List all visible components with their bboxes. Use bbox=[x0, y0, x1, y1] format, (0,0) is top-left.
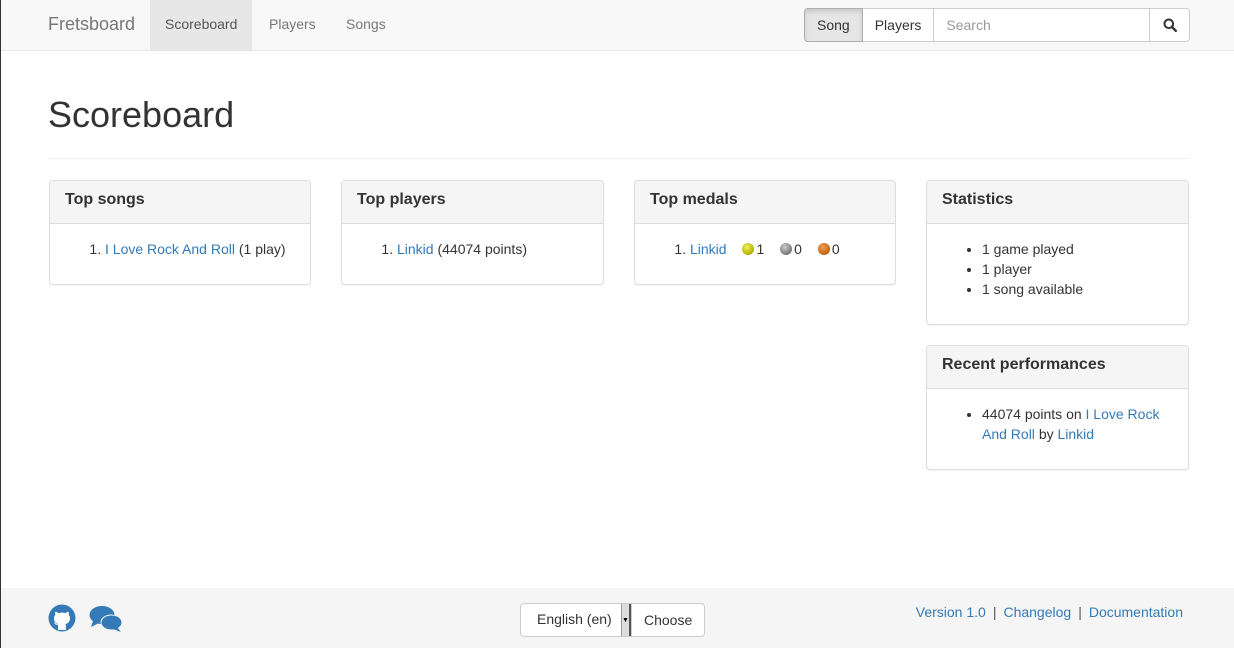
stat-item: 1 game played bbox=[982, 239, 1173, 259]
list-item: Linkid (44074 points) bbox=[397, 239, 588, 259]
panel-title: Top players bbox=[342, 181, 603, 224]
gold-count: 1 bbox=[756, 241, 765, 257]
player-link[interactable]: Linkid bbox=[1058, 426, 1095, 442]
search-input[interactable] bbox=[934, 8, 1151, 42]
search-mode-players-button[interactable]: Players bbox=[862, 8, 935, 42]
silver-medal-icon bbox=[780, 243, 793, 255]
github-icon bbox=[48, 604, 76, 632]
separator: | bbox=[992, 604, 997, 620]
silver-count: 0 bbox=[794, 241, 802, 257]
top-medals-panel: Top medals Linkid 1 0 0 bbox=[634, 180, 896, 285]
separator: | bbox=[1078, 604, 1082, 620]
footer: English (en) ▼ Choose Version 1.0 | Change… bbox=[1, 588, 1234, 648]
changelog-link[interactable]: Changelog bbox=[1003, 604, 1071, 620]
performance-points: 44074 points on bbox=[982, 406, 1082, 422]
navbar: Fretsboard Scoreboard Players Songs Song… bbox=[1, 0, 1234, 51]
nav-item-players[interactable]: Players bbox=[254, 0, 331, 50]
panel-title: Statistics bbox=[927, 181, 1188, 224]
language-select[interactable]: English (en) ▼ bbox=[520, 603, 632, 637]
player-points: (44074 points) bbox=[437, 241, 527, 257]
choose-language-button[interactable]: Choose bbox=[632, 603, 706, 637]
top-players-panel: Top players Linkid (44074 points) bbox=[341, 180, 604, 285]
play-count: (1 play) bbox=[238, 241, 286, 257]
panel-title: Recent performances bbox=[927, 346, 1188, 389]
language-form: English (en) ▼ Choose bbox=[520, 603, 706, 637]
by-label: by bbox=[1038, 426, 1054, 442]
panel-title: Top songs bbox=[50, 181, 310, 224]
stat-item: 1 song available bbox=[982, 279, 1173, 299]
nav-item-songs[interactable]: Songs bbox=[331, 0, 401, 50]
player-link[interactable]: Linkid bbox=[397, 241, 434, 257]
brand-link[interactable]: Fretsboard bbox=[48, 14, 135, 35]
version-link[interactable]: Version 1.0 bbox=[916, 604, 986, 620]
documentation-link[interactable]: Documentation bbox=[1089, 604, 1183, 620]
panel-title: Top medals bbox=[635, 181, 895, 224]
language-selected: English (en) bbox=[537, 611, 612, 627]
title-divider bbox=[48, 158, 1189, 159]
chat-icon bbox=[89, 606, 122, 632]
top-songs-panel: Top songs I Love Rock And Roll (1 play) bbox=[49, 180, 311, 285]
performance-item: 44074 points on I Love Rock And Roll by … bbox=[982, 404, 1173, 444]
nav-item-scoreboard[interactable]: Scoreboard bbox=[150, 0, 253, 50]
dropdown-arrow-icon: ▼ bbox=[621, 604, 631, 636]
search-button[interactable] bbox=[1150, 8, 1191, 42]
page-title: Scoreboard bbox=[48, 94, 235, 135]
player-link[interactable]: Linkid bbox=[690, 241, 727, 257]
search-icon bbox=[1163, 18, 1177, 32]
footer-links: Version 1.0 | Changelog | Documentation bbox=[916, 604, 1183, 620]
github-link[interactable] bbox=[48, 604, 76, 635]
search-mode-song-button[interactable]: Song bbox=[804, 8, 863, 42]
list-item: Linkid 1 0 0 bbox=[690, 239, 880, 259]
recent-performances-panel: Recent performances 44074 points on I Lo… bbox=[926, 345, 1189, 470]
gold-medal-icon bbox=[742, 243, 755, 255]
song-link[interactable]: I Love Rock And Roll bbox=[105, 241, 235, 257]
search-form: Song Players bbox=[804, 8, 1191, 42]
chat-link[interactable] bbox=[89, 605, 123, 636]
stat-item: 1 player bbox=[982, 259, 1173, 279]
list-item: I Love Rock And Roll (1 play) bbox=[105, 239, 295, 259]
statistics-panel: Statistics 1 game played 1 player 1 song… bbox=[926, 180, 1189, 325]
bronze-medal-icon bbox=[817, 243, 830, 255]
bronze-count: 0 bbox=[831, 241, 840, 257]
